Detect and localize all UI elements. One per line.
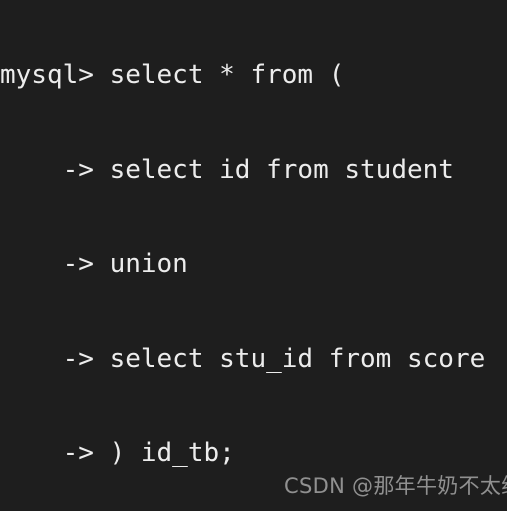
terminal-line-query-4: -> select stu_id from score [0,343,486,374]
terminal-line-query-1: mysql> select * from ( [0,60,345,90]
terminal-output: mysql> select * from ( -> select id from… [0,0,485,511]
terminal-line-query-5: -> ) id_tb; [0,438,235,468]
terminal-line-query-2: -> select id from student [0,154,454,185]
mysql-terminal-window[interactable]: mysql> select * from ( -> select id from… [0,0,507,511]
terminal-line-query-3: -> union [0,249,188,279]
